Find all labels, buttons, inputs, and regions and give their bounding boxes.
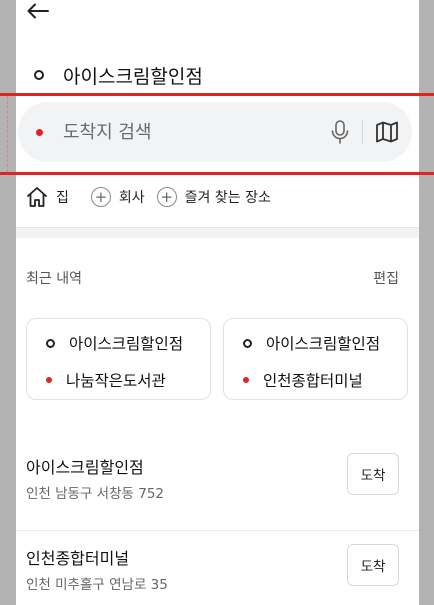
edit-button[interactable]: 편집 xyxy=(373,268,399,288)
voice-search-button[interactable] xyxy=(327,118,353,146)
place-address: 인천 남동구 서창동 752 xyxy=(26,486,165,502)
route-origin: 아이스크림할인점 xyxy=(69,335,184,353)
favorites-label: 즐겨 찾는 장소 xyxy=(184,190,271,206)
origin-field[interactable]: 아이스크림할인점 xyxy=(16,56,419,94)
divider xyxy=(362,120,363,144)
favorites-shortcut[interactable]: + 즐겨 찾는 장소 xyxy=(156,187,271,207)
origin-marker-icon xyxy=(243,338,252,348)
place-address: 인천 미추홀구 연남로 35 xyxy=(26,577,168,593)
origin-marker-icon xyxy=(46,338,55,348)
home-shortcut[interactable]: 집 xyxy=(26,186,69,208)
home-label: 집 xyxy=(56,190,69,206)
home-icon xyxy=(27,187,47,207)
destination-marker-icon xyxy=(36,128,43,136)
map-select-button[interactable] xyxy=(374,119,400,145)
recent-place-item[interactable]: 인천종합터미널 인천 미추홀구 연남로 35 도착 xyxy=(16,530,419,605)
arrow-left-icon xyxy=(27,3,49,19)
highlight-line-bottom xyxy=(0,172,434,175)
add-icon: + xyxy=(156,187,177,207)
route-search-panel: 아이스크림할인점 집 + 회사 + xyxy=(16,0,419,605)
route-destination: 나눔작은도서관 xyxy=(66,372,166,390)
microphone-icon xyxy=(331,120,349,144)
destination-marker-icon xyxy=(243,377,249,383)
highlight-dashed-edge xyxy=(7,96,8,172)
add-icon: + xyxy=(90,187,111,207)
back-button[interactable] xyxy=(24,0,52,24)
company-label: 회사 xyxy=(118,190,145,206)
highlight-line-top xyxy=(0,93,434,96)
route-origin: 아이스크림할인점 xyxy=(266,335,381,353)
destination-marker-icon xyxy=(46,377,52,383)
set-destination-button[interactable]: 도착 xyxy=(347,544,399,586)
recent-route-card[interactable]: 아이스크림할인점 나눔작은도서관 xyxy=(26,318,211,400)
section-divider xyxy=(16,227,419,238)
destination-search-input[interactable] xyxy=(63,121,293,143)
recent-place-item[interactable]: 아이스크림할인점 인천 남동구 서창동 752 도착 xyxy=(16,440,419,520)
map-icon xyxy=(376,121,398,143)
place-name: 인천종합터미널 xyxy=(26,549,130,568)
route-destination: 인천종합터미널 xyxy=(263,372,363,390)
company-shortcut[interactable]: + 회사 xyxy=(90,187,145,207)
place-name: 아이스크림할인점 xyxy=(26,458,144,477)
set-destination-button[interactable]: 도착 xyxy=(347,453,399,495)
quick-destinations: 집 + 회사 + 즐겨 찾는 장소 xyxy=(16,180,419,214)
origin-marker-icon xyxy=(34,70,44,80)
recent-history-title: 최근 내역 xyxy=(26,271,82,287)
origin-text: 아이스크림할인점 xyxy=(63,65,203,88)
destination-search-box[interactable] xyxy=(18,102,412,162)
recent-route-card[interactable]: 아이스크림할인점 인천종합터미널 xyxy=(223,318,408,400)
